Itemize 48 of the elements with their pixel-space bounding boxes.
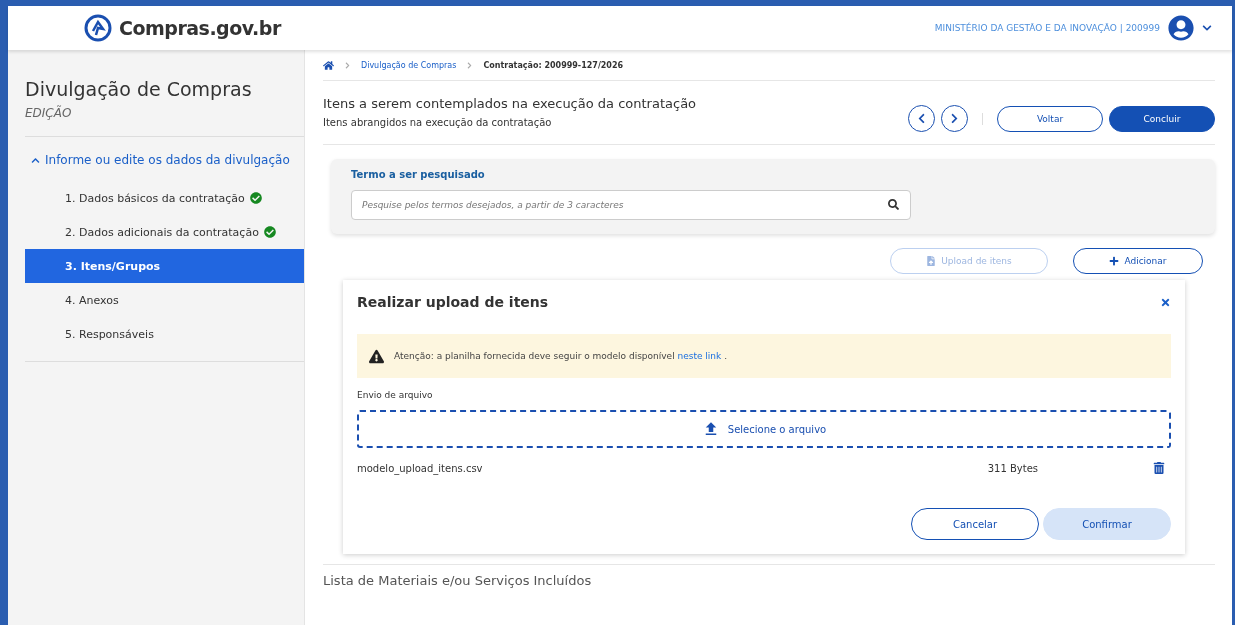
cancel-button[interactable]: Cancelar xyxy=(911,508,1039,540)
close-icon xyxy=(1160,296,1171,308)
previous-button[interactable] xyxy=(908,105,935,132)
warning-text: Atenção: a planilha fornecida deve seguir o modelo disponível neste link . xyxy=(394,351,728,361)
home-icon[interactable] xyxy=(323,59,334,71)
logo-text[interactable]: Compras.gov.br xyxy=(119,17,281,39)
add-button[interactable]: Adicionar xyxy=(1073,248,1203,274)
breadcrumb-link[interactable]: Contratação: 200999-127/2026 xyxy=(483,60,624,70)
search-label: Termo a ser pesquisado xyxy=(351,169,486,180)
search-icon[interactable] xyxy=(888,199,899,210)
file-dropzone[interactable]: Selecione o arquivo xyxy=(357,410,1171,448)
list-title: Lista de Materiais e/ou Serviços Incluídos xyxy=(323,564,1215,588)
user-avatar-icon[interactable] xyxy=(1168,15,1194,41)
file-label: Envio de arquivo xyxy=(357,390,434,400)
chevron-right-icon xyxy=(949,113,960,124)
chevron-right-icon xyxy=(466,61,474,69)
close-button[interactable] xyxy=(1160,296,1171,308)
file-size: 311 Bytes xyxy=(987,462,1038,474)
sidebar-item[interactable]: 1. Dados básicos da contratação xyxy=(25,181,304,215)
chevron-left-icon xyxy=(916,113,927,124)
chevron-right-icon xyxy=(344,61,351,69)
warning-icon xyxy=(369,348,384,364)
sidebar-subtitle: EDIÇÃO xyxy=(25,106,73,120)
chevron-up-icon xyxy=(31,155,40,165)
sidebar-item[interactable]: 5. Responsáveis xyxy=(25,317,304,351)
dialog-title: Realizar upload de itens xyxy=(357,294,549,310)
sidebar-item[interactable]: 3. Itens/Grupos xyxy=(25,249,304,283)
plus-icon xyxy=(1109,256,1120,266)
chevron-down-icon[interactable] xyxy=(1202,23,1212,33)
section-toggle[interactable]: Informe ou edite os dados da divulgação xyxy=(25,137,290,181)
sidebar-item[interactable]: 2. Dados adicionais da contratação xyxy=(25,215,304,249)
delete-button[interactable] xyxy=(1153,462,1165,474)
secondary-button[interactable]: Voltar xyxy=(997,105,1103,132)
file-name: modelo_upload_itens.csv xyxy=(357,462,483,474)
logo-icon xyxy=(83,13,113,43)
next-button[interactable] xyxy=(941,105,968,132)
page-subtitle: Itens abrangidos na execução da contratação xyxy=(323,116,553,128)
breadcrumb-link[interactable]: Divulgação de Compras xyxy=(361,60,457,70)
search-field[interactable]: Pesquise pelos termos desejados, a partir de 3 caracteres xyxy=(351,190,911,220)
page-title: Itens a serem contemplados na execução da contratação xyxy=(323,95,697,111)
sidebar-title: Divulgação de Compras xyxy=(25,78,253,100)
organization-label: MINISTÉRIO DA GESTÃO E DA INOVAÇÃO | 200999 xyxy=(934,23,1160,33)
check-icon xyxy=(249,192,262,204)
template-link[interactable]: neste link xyxy=(677,351,722,361)
sidebar-item[interactable]: 4. Anexos xyxy=(25,283,304,317)
check-icon xyxy=(263,226,276,238)
primary-button[interactable]: Concluir xyxy=(1109,105,1215,132)
trash-icon xyxy=(1153,462,1165,474)
